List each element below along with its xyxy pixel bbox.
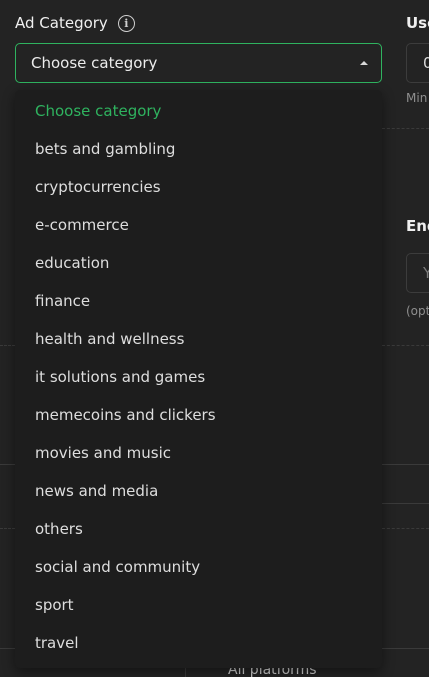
- divider: [382, 464, 429, 465]
- right-field-2-label: End: [406, 217, 429, 235]
- divider: [0, 528, 15, 529]
- option-others[interactable]: others: [15, 510, 382, 548]
- ad-category-select[interactable]: Choose category: [15, 43, 382, 83]
- divider: [382, 503, 429, 504]
- caret-up-icon: [360, 61, 368, 65]
- divider: [382, 128, 429, 129]
- option-finance[interactable]: finance: [15, 282, 382, 320]
- option-e-commerce[interactable]: e-commerce: [15, 206, 382, 244]
- right-field-1-input[interactable]: 0: [406, 43, 429, 83]
- option-social-and-community[interactable]: social and community: [15, 548, 382, 586]
- right-field-2-hint: (opt: [406, 304, 429, 318]
- option-health-and-wellness[interactable]: health and wellness: [15, 320, 382, 358]
- info-icon[interactable]: i: [117, 14, 135, 32]
- option-sport[interactable]: sport: [15, 586, 382, 624]
- page: Use 0 Min End Y (opt All platforms Ad Ca…: [0, 0, 429, 677]
- divider: [382, 648, 429, 649]
- option-travel[interactable]: travel: [15, 624, 382, 662]
- right-field-2-input[interactable]: Y: [406, 253, 429, 293]
- ad-category-label-row: Ad Category i: [15, 14, 135, 32]
- divider: [0, 648, 15, 649]
- option-bets-and-gambling[interactable]: bets and gambling: [15, 130, 382, 168]
- divider: [0, 464, 15, 465]
- divider: [0, 345, 15, 346]
- ad-category-dropdown: Choose category bets and gambling crypto…: [15, 90, 382, 668]
- divider: [382, 528, 429, 529]
- right-field-1-label: Use: [406, 14, 429, 32]
- ad-category-label: Ad Category: [15, 14, 108, 32]
- option-education[interactable]: education: [15, 244, 382, 282]
- right-field-1-hint: Min: [406, 91, 428, 105]
- option-it-solutions-and-games[interactable]: it solutions and games: [15, 358, 382, 396]
- option-cryptocurrencies[interactable]: cryptocurrencies: [15, 168, 382, 206]
- option-news-and-media[interactable]: news and media: [15, 472, 382, 510]
- ad-category-select-value: Choose category: [31, 54, 158, 72]
- option-choose-category[interactable]: Choose category: [15, 92, 382, 130]
- option-memecoins-and-clickers[interactable]: memecoins and clickers: [15, 396, 382, 434]
- divider: [382, 345, 429, 346]
- option-movies-and-music[interactable]: movies and music: [15, 434, 382, 472]
- right-field-2-placeholder: Y: [423, 264, 429, 282]
- right-field-1-value: 0: [423, 54, 429, 72]
